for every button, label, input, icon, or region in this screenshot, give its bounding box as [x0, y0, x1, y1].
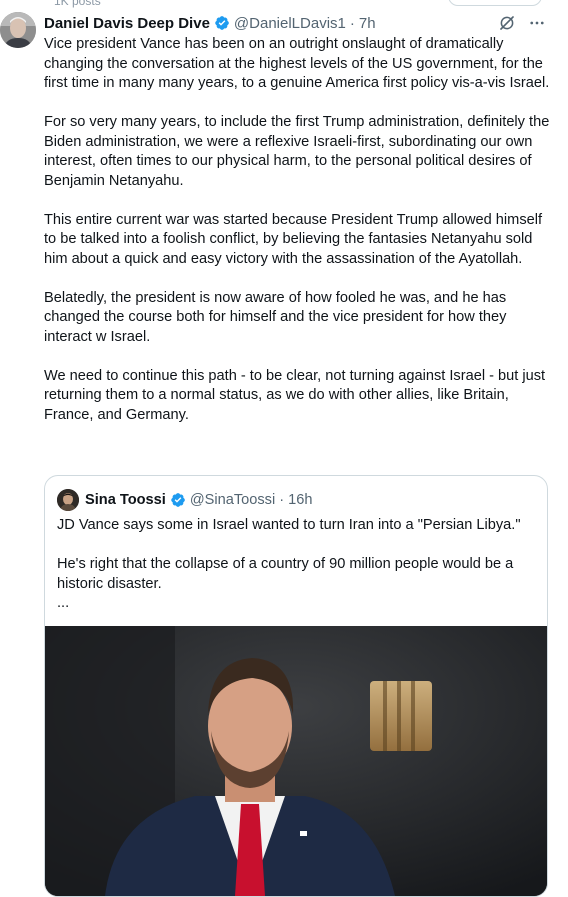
post-time[interactable]: 7h	[359, 15, 376, 32]
quoted-author-handle[interactable]: @SinaToossi	[190, 492, 275, 508]
quoted-avatar-photo	[57, 489, 79, 511]
quoted-paragraph: He's right that the collapse of a countr…	[57, 556, 514, 592]
tweet-paragraph: Vice president Vance has been on an outr…	[44, 36, 550, 91]
previous-post-button-edge[interactable]	[448, 0, 542, 6]
avatar-photo	[0, 12, 36, 48]
quoted-author-avatar[interactable]	[57, 489, 79, 511]
quoted-paragraph-ellipsis: ...	[57, 595, 70, 611]
grok-icon[interactable]	[498, 14, 516, 32]
author-name[interactable]: Daniel Davis Deep Dive	[44, 15, 210, 32]
quoted-paragraph: JD Vance says some in Israel wanted to t…	[57, 517, 521, 533]
quoted-author-name[interactable]: Sina Toossi	[85, 492, 166, 508]
quoted-post[interactable]: Sina Toossi @SinaToossi · 16h JD Vance s…	[44, 475, 548, 897]
quoted-post-text: JD Vance says some in Israel wanted to t…	[57, 516, 537, 614]
separator-dot: ·	[279, 492, 285, 508]
author-handle[interactable]: @DanielLDavis1	[234, 15, 346, 32]
quoted-post-time[interactable]: 16h	[288, 492, 312, 508]
verified-badge-icon	[215, 16, 229, 30]
header-actions	[498, 14, 546, 32]
more-icon[interactable]	[528, 14, 546, 32]
quoted-video-thumbnail[interactable]	[45, 626, 547, 896]
separator-dot: ·	[349, 14, 355, 32]
tweet-text: Vice president Vance has been on an outr…	[44, 35, 554, 445]
tweet-paragraph: This entire current war was started beca…	[44, 211, 543, 267]
quoted-post-header: Sina Toossi @SinaToossi · 16h	[57, 489, 312, 511]
tweet-paragraph: For so very many years, to include the f…	[44, 114, 550, 189]
verified-badge-icon	[171, 493, 185, 507]
tweet-paragraph: We need to continue this path - to be cl…	[44, 367, 546, 423]
tweet-header: Daniel Davis Deep Dive @DanielLDavis1 · …	[44, 13, 548, 33]
video-frame	[45, 626, 547, 896]
tweet-paragraph: Belatedly, the president is now aware of…	[44, 289, 507, 345]
author-avatar[interactable]	[0, 12, 36, 48]
previous-post-caption: 1K posts	[54, 0, 101, 8]
